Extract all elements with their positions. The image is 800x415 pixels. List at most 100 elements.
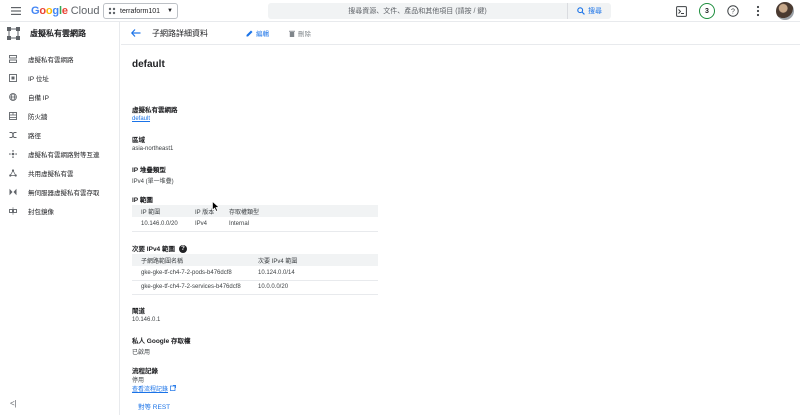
view-flow-logs-link[interactable]: 查看流程記錄 [132, 384, 176, 393]
ip-range-label: IP 範圍 [132, 197, 153, 204]
subnet-name: default [132, 59, 165, 70]
sidebar-item-firewall[interactable]: 防火牆 [0, 106, 119, 125]
main-panel: 子網路詳細資料 編輯 刪除 default 虛擬私有雲網路 default 區域… [121, 22, 800, 415]
flow-logs-value: 停用 [132, 378, 145, 384]
table-cell: gke-gke-tf-ch4-7-2-pods-b476dcf8 [132, 266, 249, 281]
sidebar-item-label: 自備 IP [28, 94, 49, 102]
table-header-row: IP 範圍 IP 版本 存取權類型 [132, 205, 378, 217]
region-label: 區域 [132, 137, 145, 144]
sidebar-item-routes[interactable]: 路徑 [0, 125, 119, 144]
gateway-value: 10.146.0.1 [132, 317, 161, 323]
sidebar-item-shared-vpc[interactable]: 共用虛擬私有雲 [0, 163, 119, 182]
sidebar-item-vpc-networks[interactable]: 虛擬私有雲網路 [0, 49, 119, 68]
secondary-range-label: 次要 IPv4 範圍? [132, 243, 187, 254]
table-header: IP 範圍 [132, 205, 186, 217]
svg-text:?: ? [731, 9, 735, 16]
vpc-network-link[interactable]: default [132, 116, 150, 122]
sidebar-item-label: 封包鏡像 [28, 208, 54, 216]
sidebar-item-label: IP 位址 [28, 75, 49, 83]
sidebar-item-label: 路徑 [28, 132, 41, 140]
cloud-shell-icon[interactable] [674, 4, 688, 18]
ip-address-icon [9, 73, 17, 82]
gateway-label: 閘道 [132, 308, 145, 315]
sidebar-item-label: 無伺服器虛擬私有雲存取 [28, 189, 100, 197]
search-icon [577, 7, 585, 15]
project-icon [108, 7, 116, 15]
edit-icon [246, 30, 253, 36]
google-cloud-logo[interactable]: Google Cloud [31, 5, 99, 17]
table-cell: Internal [220, 217, 378, 232]
search-bar[interactable]: 搜尋資源、文件、產品和其他項目 (請按 / 鍵) 搜尋 [268, 3, 611, 19]
vpc-product-icon [7, 27, 20, 40]
table-header: 子網路範圍名稱 [132, 254, 249, 266]
page-title: 子網路詳細資料 [152, 28, 208, 38]
top-bar: Google Cloud terraform101 ▼ 搜尋資源、文件、產品和其… [0, 0, 800, 22]
sidebar-item-ip-addresses[interactable]: IP 位址 [0, 68, 119, 87]
logo-google-text: Google [31, 4, 68, 17]
notifications-badge[interactable]: 3 [699, 3, 715, 19]
chevron-down-icon: ▼ [167, 8, 173, 14]
ip-stack-value: IPv4 (單一堆疊) [132, 179, 174, 185]
table-cell: 10.124.0.0/14 [249, 266, 378, 281]
edit-button[interactable]: 編輯 [246, 28, 269, 38]
secondary-range-label-text: 次要 IPv4 範圍 [132, 246, 175, 253]
mouse-cursor-icon [212, 201, 220, 212]
serverless-access-icon [9, 188, 17, 195]
sidebar-item-serverless-access[interactable]: 無伺服器虛擬私有雲存取 [0, 182, 119, 201]
firewall-icon [9, 111, 17, 120]
private-access-value: 已啟用 [132, 350, 151, 356]
project-selector[interactable]: terraform101 ▼ [103, 3, 178, 19]
shared-vpc-icon [9, 168, 17, 177]
table-cell: 10.146.0.0/20 [132, 217, 186, 232]
back-arrow-icon[interactable] [130, 27, 142, 39]
edit-label: 編輯 [256, 31, 269, 38]
sidebar-item-label: 虛擬私有雲網路對等互連 [28, 151, 100, 159]
sidebar-item-label: 共用虛擬私有雲 [28, 170, 74, 178]
external-link-icon [169, 385, 176, 391]
more-icon[interactable] [751, 4, 765, 18]
table-row: gke-gke-tf-ch4-7-2-pods-b476dcf8 10.124.… [132, 266, 378, 281]
page-header: 子網路詳細資料 編輯 刪除 [121, 22, 800, 45]
table-cell: 10.0.0.0/20 [249, 280, 378, 295]
table-row: gke-gke-tf-ch4-7-2-services-b476dcf8 10.… [132, 280, 378, 295]
delete-label: 刪除 [298, 31, 311, 38]
table-header: 存取權類型 [220, 205, 378, 217]
trash-icon [289, 30, 295, 37]
sidebar-item-peering[interactable]: 虛擬私有雲網路對等互連 [0, 144, 119, 163]
peering-icon [9, 149, 17, 158]
help-icon[interactable]: ? [178, 245, 187, 254]
help-icon[interactable]: ? [726, 4, 740, 18]
search-button-label: 搜尋 [588, 8, 602, 15]
routes-icon [9, 131, 17, 138]
equivalent-rest-button[interactable]: 對等 REST [138, 401, 170, 411]
sidebar: 虛擬私有雲網路 虛擬私有雲網路 IP 位址 自備 IP 防火牆 路徑 虛擬私有雲… [0, 22, 120, 415]
secondary-range-table: 子網路範圍名稱 次要 IPv4 範圍 gke-gke-tf-ch4-7-2-po… [132, 254, 378, 295]
sidebar-item-packet-mirroring[interactable]: 封包鏡像 [0, 201, 119, 220]
delete-button[interactable]: 刪除 [289, 28, 311, 38]
vpc-network-icon [9, 54, 17, 63]
sidebar-item-label: 防火牆 [28, 113, 48, 121]
table-header-row: 子網路範圍名稱 次要 IPv4 範圍 [132, 254, 378, 266]
menu-icon[interactable] [5, 0, 27, 22]
table-header: 次要 IPv4 範圍 [249, 254, 378, 266]
search-input[interactable]: 搜尋資源、文件、產品和其他項目 (請按 / 鍵) [268, 6, 567, 16]
vpc-network-label: 虛擬私有雲網路 [132, 107, 178, 114]
sidebar-title: 虛擬私有雲網路 [30, 29, 86, 38]
sidebar-item-byoip[interactable]: 自備 IP [0, 87, 119, 106]
top-bar-actions: 3 ? [674, 2, 794, 20]
packet-mirroring-icon [9, 206, 17, 215]
table-cell: IPv4 [186, 217, 220, 232]
avatar[interactable] [776, 2, 794, 20]
collapse-sidebar-button[interactable]: <| [10, 399, 17, 408]
flow-logs-label: 流程記錄 [132, 368, 158, 375]
search-button[interactable]: 搜尋 [567, 3, 611, 19]
private-access-label: 私人 Google 存取權 [132, 338, 191, 345]
project-name: terraform101 [120, 7, 161, 15]
table-row: 10.146.0.0/20 IPv4 Internal [132, 217, 378, 232]
sidebar-header: 虛擬私有雲網路 [0, 22, 119, 45]
sidebar-item-label: 虛擬私有雲網路 [28, 56, 74, 64]
region-value: asia-northeast1 [132, 146, 174, 152]
logo-cloud-text: Cloud [70, 4, 100, 17]
table-cell: gke-gke-tf-ch4-7-2-services-b476dcf8 [132, 280, 249, 295]
ip-stack-label: IP 堆疊類型 [132, 167, 166, 174]
